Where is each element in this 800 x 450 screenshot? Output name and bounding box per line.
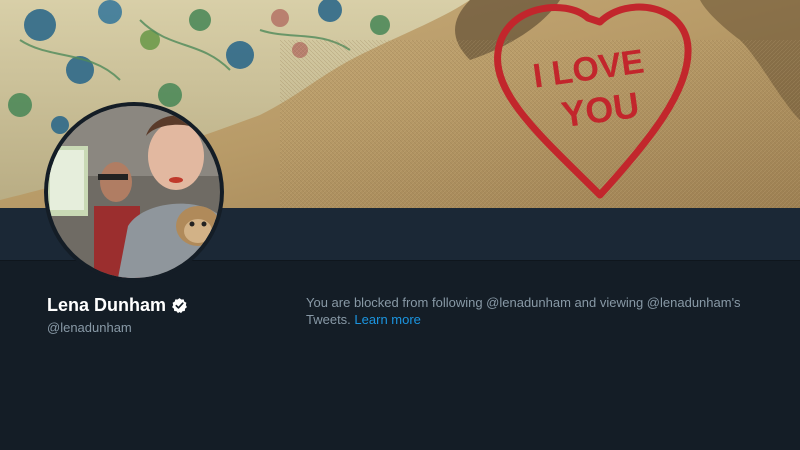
profile-page: I LOVE YOU Lena Dunham @lenadunham You a… [0, 0, 800, 450]
screen-name[interactable]: @lenadunham [47, 319, 287, 337]
display-name-row: Lena Dunham [47, 293, 287, 317]
blocked-notice: You are blocked from following @lenadunh… [306, 294, 786, 328]
profile-avatar[interactable] [44, 102, 224, 282]
verified-badge-icon [171, 297, 188, 314]
display-name[interactable]: Lena Dunham [47, 294, 166, 316]
profile-header-card: Lena Dunham @lenadunham [47, 293, 287, 337]
avatar-photo [48, 106, 220, 278]
learn-more-link[interactable]: Learn more [354, 312, 420, 327]
